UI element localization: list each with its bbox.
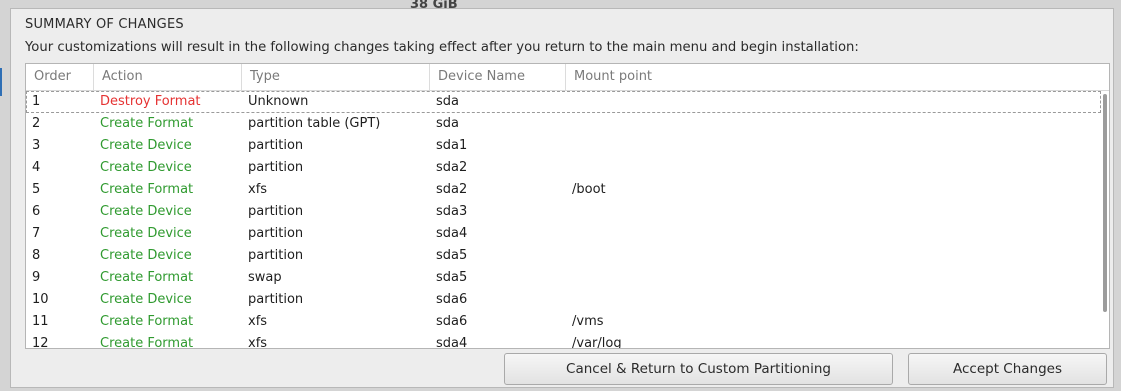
row-order: 3 bbox=[32, 138, 41, 153]
table-row[interactable]: 3 Create Device partition sda1 bbox=[26, 135, 1101, 157]
row-device-name: sda2 bbox=[436, 182, 468, 197]
accept-changes-button[interactable]: Accept Changes bbox=[908, 353, 1107, 385]
row-order: 8 bbox=[32, 248, 41, 263]
row-mount-point: /var/log bbox=[572, 336, 622, 349]
row-action: Create Device bbox=[100, 138, 192, 153]
row-action: Create Format bbox=[100, 116, 194, 131]
row-device-name: sda bbox=[436, 116, 459, 131]
row-type: partition bbox=[248, 292, 304, 307]
row-order: 7 bbox=[32, 226, 41, 241]
table-body: 1 Destroy Format Unknown sda 2 Create Format p… bbox=[26, 91, 1101, 349]
table-row[interactable]: 7 Create Device partition sda4 bbox=[26, 223, 1101, 245]
row-type: xfs bbox=[248, 314, 268, 329]
row-action: Create Format bbox=[100, 182, 194, 197]
row-type: xfs bbox=[248, 182, 268, 197]
row-device-name: sda2 bbox=[436, 160, 468, 175]
row-action: Create Device bbox=[100, 248, 192, 263]
summary-dialog: SUMMARY OF CHANGES Your customizations w… bbox=[10, 8, 1114, 388]
row-order: 5 bbox=[32, 182, 41, 197]
table-row[interactable]: 11 Create Format xfs sda6/vms bbox=[26, 311, 1101, 333]
row-type: partition bbox=[248, 160, 304, 175]
row-device-name: sda1 bbox=[436, 138, 468, 153]
table-row[interactable]: 1 Destroy Format Unknown sda bbox=[26, 91, 1101, 113]
table-row[interactable]: 8 Create Device partition sda5 bbox=[26, 245, 1101, 267]
row-device-name: sda5 bbox=[436, 270, 468, 285]
column-header-order[interactable]: Order bbox=[26, 64, 94, 90]
dialog-title: SUMMARY OF CHANGES bbox=[25, 17, 184, 32]
column-header-mount-point[interactable]: Mount point bbox=[566, 64, 1109, 90]
row-type: xfs bbox=[248, 336, 268, 349]
row-order: 6 bbox=[32, 204, 41, 219]
row-mount-point: /vms bbox=[572, 314, 604, 329]
row-device-name: sda4 bbox=[436, 336, 468, 349]
row-device-name: sda4 bbox=[436, 226, 468, 241]
row-order: 11 bbox=[32, 314, 49, 329]
column-header-type[interactable]: Type bbox=[242, 64, 430, 90]
row-order: 12 bbox=[32, 336, 49, 349]
row-action: Create Device bbox=[100, 204, 192, 219]
row-type: partition bbox=[248, 226, 304, 241]
table-row[interactable]: 6 Create Device partition sda3 bbox=[26, 201, 1101, 223]
row-type: swap bbox=[248, 270, 282, 285]
row-device-name: sda6 bbox=[436, 292, 468, 307]
row-order: 4 bbox=[32, 160, 41, 175]
row-type: partition bbox=[248, 138, 304, 153]
row-action: Create Device bbox=[100, 226, 192, 241]
row-device-name: sda bbox=[436, 94, 459, 109]
table-row[interactable]: 9 Create Format swap sda5 bbox=[26, 267, 1101, 289]
row-action: Create Format bbox=[100, 270, 194, 285]
row-type: partition table (GPT) bbox=[248, 116, 381, 131]
table-row[interactable]: 5 Create Format xfs sda2/boot bbox=[26, 179, 1101, 201]
row-action: Create Device bbox=[100, 160, 192, 175]
changes-table[interactable]: Order Action Type Device Name Mount poin… bbox=[25, 63, 1110, 349]
row-action: Create Format bbox=[100, 314, 194, 329]
row-type: Unknown bbox=[248, 94, 309, 109]
row-order: 1 bbox=[32, 94, 41, 109]
row-action: Create Format bbox=[100, 336, 194, 349]
row-device-name: sda3 bbox=[436, 204, 468, 219]
background-peek-text: 38 GiB bbox=[410, 0, 458, 8]
table-header: Order Action Type Device Name Mount poin… bbox=[26, 64, 1109, 91]
row-mount-point: /boot bbox=[572, 182, 606, 197]
row-action: Destroy Format bbox=[100, 94, 201, 109]
row-type: partition bbox=[248, 204, 304, 219]
column-header-device-name[interactable]: Device Name bbox=[430, 64, 566, 90]
dialog-subtitle: Your customizations will result in the f… bbox=[25, 40, 859, 55]
row-order: 9 bbox=[32, 270, 41, 285]
table-row[interactable]: 12 Create Format xfs sda4/var/log bbox=[26, 333, 1101, 349]
row-type: partition bbox=[248, 248, 304, 263]
row-device-name: sda6 bbox=[436, 314, 468, 329]
table-row[interactable]: 10 Create Device partition sda6 bbox=[26, 289, 1101, 311]
row-device-name: sda5 bbox=[436, 248, 468, 263]
cancel-return-button[interactable]: Cancel & Return to Custom Partitioning bbox=[504, 353, 893, 385]
table-row[interactable]: 4 Create Device partition sda2 bbox=[26, 157, 1101, 179]
table-row[interactable]: 2 Create Format partition table (GPT) sda bbox=[26, 113, 1101, 135]
row-action: Create Device bbox=[100, 292, 192, 307]
row-order: 2 bbox=[32, 116, 41, 131]
row-order: 10 bbox=[32, 292, 49, 307]
column-header-action[interactable]: Action bbox=[94, 64, 242, 90]
table-scrollbar[interactable] bbox=[1103, 94, 1107, 312]
background-accent bbox=[0, 68, 2, 96]
